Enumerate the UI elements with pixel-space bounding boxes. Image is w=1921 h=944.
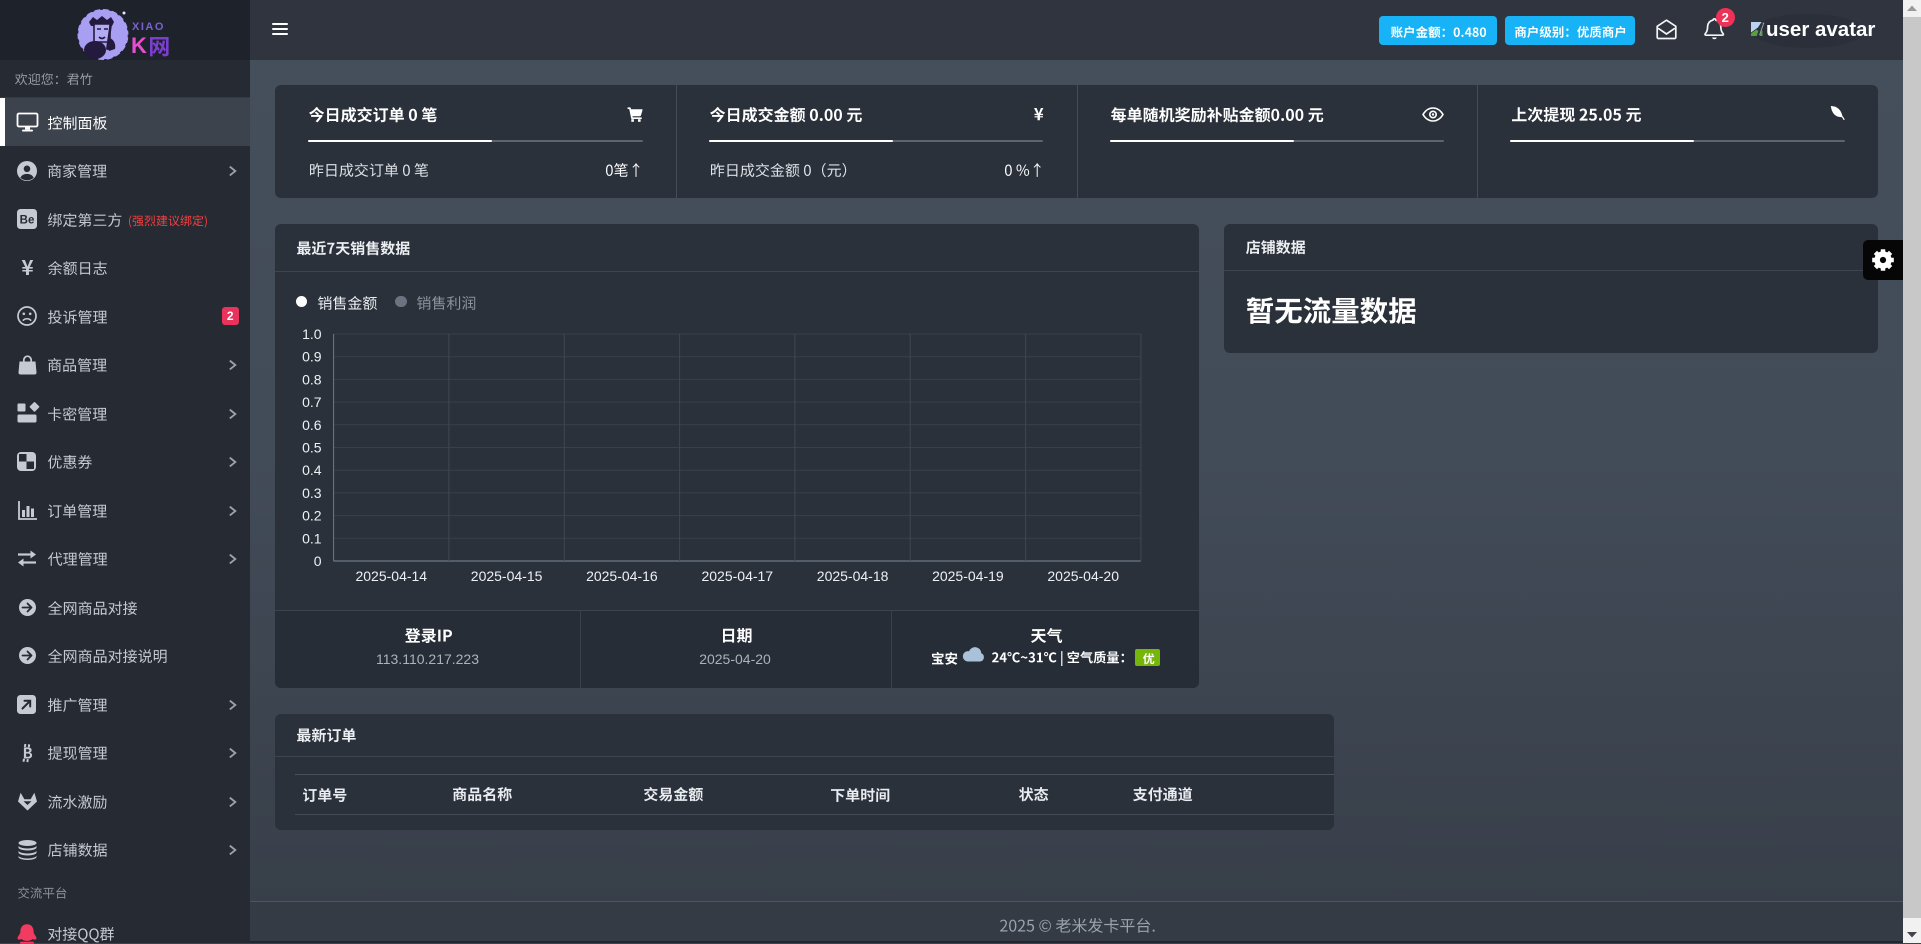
svg-text:0.9: 0.9: [302, 349, 322, 365]
svg-text:2025-04-15: 2025-04-15: [471, 568, 543, 584]
svg-text:2025-04-20: 2025-04-20: [1047, 568, 1119, 584]
svg-text:2025-04-19: 2025-04-19: [932, 568, 1004, 584]
svg-text:0.7: 0.7: [302, 394, 322, 410]
svg-text:2025-04-18: 2025-04-18: [817, 568, 889, 584]
svg-text:1.0: 1.0: [302, 326, 322, 342]
svg-text:0.5: 0.5: [302, 440, 322, 456]
svg-text:2025-04-16: 2025-04-16: [586, 568, 658, 584]
svg-text:0.3: 0.3: [302, 485, 322, 501]
svg-text:2025-04-14: 2025-04-14: [355, 568, 427, 584]
svg-text:0.8: 0.8: [302, 371, 322, 387]
svg-text:0: 0: [314, 553, 322, 569]
svg-text:0.4: 0.4: [302, 462, 322, 478]
svg-text:0.2: 0.2: [302, 508, 322, 524]
svg-text:0.6: 0.6: [302, 417, 322, 433]
svg-text:Be: Be: [20, 215, 35, 227]
svg-text:2025-04-17: 2025-04-17: [701, 568, 773, 584]
svg-text:0.1: 0.1: [302, 530, 322, 546]
